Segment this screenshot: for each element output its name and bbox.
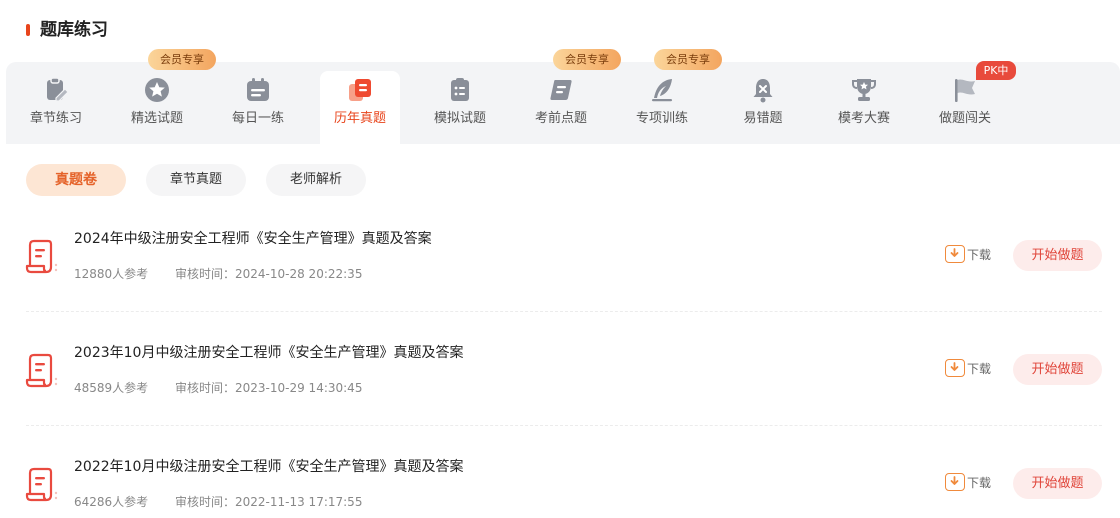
- clipboard-pencil-icon: [47, 77, 69, 102]
- scroll-icon: [550, 80, 572, 100]
- tab-label: 章节练习: [29, 111, 82, 126]
- tab-daily-practice[interactable]: 每日一练: [218, 71, 298, 144]
- start-practice-button[interactable]: 开始做题: [1013, 240, 1102, 271]
- tab-mock-contest[interactable]: 模考大赛: [824, 71, 904, 144]
- checklist-icon: [451, 78, 469, 101]
- tab-label: 易错题: [743, 111, 783, 126]
- tab-error-prone[interactable]: 易错题: [723, 71, 803, 144]
- tab-bar: 章节练习 精选试题 每日一练 历年真题 模拟试题 考前点题 专项训练 易错题 模…: [6, 62, 1120, 144]
- review-time: 审核时间：2023-10-29 14:30:45: [175, 381, 363, 395]
- list-item[interactable]: 2022年10月中级注册安全工程师《安全生产管理》真题及答案 64286人参考 …: [0, 444, 1120, 518]
- tab-label: 模拟试题: [433, 111, 486, 126]
- tab-label: 做题闯关: [938, 111, 991, 126]
- participants-count: 64286人参考: [74, 495, 149, 509]
- list-item[interactable]: 2024年中级注册安全工程师《安全生产管理》真题及答案 12880人参考 审核时…: [0, 216, 1120, 330]
- download-icon: [945, 359, 965, 377]
- exam-scroll-icon: [25, 467, 58, 502]
- review-time: 审核时间：2022-11-13 17:17:55: [175, 495, 363, 509]
- exam-scroll-icon: [25, 239, 58, 274]
- participants-count: 12880人参考: [74, 267, 149, 281]
- participants-count: 48589人参考: [74, 381, 149, 395]
- start-practice-button[interactable]: 开始做题: [1013, 468, 1102, 499]
- page-title: 题库练习: [40, 20, 108, 40]
- tab-chapter-practice[interactable]: 章节练习: [16, 71, 96, 144]
- divider: [26, 425, 1102, 426]
- tab-special-training[interactable]: 专项训练: [622, 71, 702, 144]
- paper-title[interactable]: 2022年10月中级注册安全工程师《安全生产管理》真题及答案: [74, 456, 463, 478]
- tab-label: 模考大赛: [837, 111, 890, 126]
- member-exclusive-badge: 会员专享: [654, 49, 722, 70]
- download-icon: [945, 473, 965, 491]
- download-label: 下载: [967, 248, 992, 262]
- download-icon: [945, 245, 965, 263]
- tab-label: 精选试题: [130, 111, 183, 126]
- tab-level-challenge[interactable]: 做题闯关: [925, 71, 1005, 144]
- bell-icon: [753, 79, 773, 103]
- exam-book-icon: [349, 79, 371, 101]
- tab-past-exams[interactable]: 历年真题: [320, 71, 400, 144]
- download-label: 下载: [967, 476, 992, 490]
- filter-chips: 真题卷 章节真题 老师解析: [0, 160, 1120, 200]
- pk-badge: PK中: [976, 61, 1016, 80]
- quill-icon: [652, 79, 672, 102]
- title-accent-bar: [26, 24, 30, 36]
- download-label: 下载: [967, 362, 992, 376]
- trophy-icon: [852, 79, 876, 101]
- tab-mock-exams[interactable]: 模拟试题: [420, 71, 500, 144]
- download-button[interactable]: 下载: [945, 244, 997, 266]
- star-badge-icon: [145, 78, 169, 102]
- paper-title[interactable]: 2023年10月中级注册安全工程师《安全生产管理》真题及答案: [74, 342, 463, 364]
- list-item[interactable]: 2023年10月中级注册安全工程师《安全生产管理》真题及答案 48589人参考 …: [0, 330, 1120, 444]
- divider: [26, 311, 1102, 312]
- tab-selected-questions[interactable]: 精选试题: [117, 71, 197, 144]
- chip-exam-papers[interactable]: 真题卷: [26, 164, 126, 196]
- chip-teacher-analysis[interactable]: 老师解析: [266, 164, 366, 196]
- start-practice-button[interactable]: 开始做题: [1013, 354, 1102, 385]
- tab-label: 每日一练: [231, 111, 284, 126]
- chip-chapter-questions[interactable]: 章节真题: [146, 164, 246, 196]
- calendar-icon: [247, 78, 269, 101]
- tab-pre-exam-points[interactable]: 考前点题: [521, 71, 601, 144]
- flag-icon: [955, 79, 975, 102]
- member-exclusive-badge: 会员专享: [148, 49, 216, 70]
- paper-title[interactable]: 2024年中级注册安全工程师《安全生产管理》真题及答案: [74, 228, 432, 250]
- review-time: 审核时间：2024-10-28 20:22:35: [175, 267, 363, 281]
- download-button[interactable]: 下载: [945, 358, 997, 380]
- tab-label: 专项训练: [635, 111, 688, 126]
- exam-scroll-icon: [25, 353, 58, 388]
- member-exclusive-badge: 会员专享: [553, 49, 621, 70]
- tab-label: 历年真题: [333, 111, 386, 126]
- download-button[interactable]: 下载: [945, 472, 997, 494]
- page: 题库练习 章节练习 精选试题 每日一练 历年真题 模拟试题 考前点题 专项训练 …: [0, 0, 1120, 518]
- tab-label: 考前点题: [534, 111, 587, 126]
